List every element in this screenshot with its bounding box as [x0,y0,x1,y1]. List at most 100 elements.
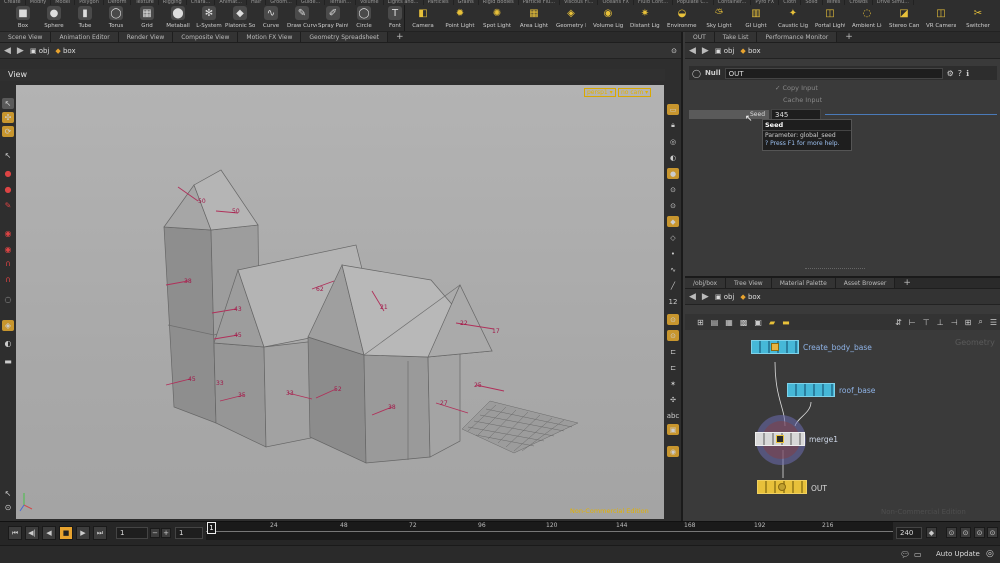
tab-motion-fx-view[interactable]: Motion FX View [238,32,302,42]
add-tab-button[interactable]: + [388,32,412,42]
lighting-icon[interactable]: ◆ [667,216,679,227]
shelf-tool-point-light[interactable]: ✹ Point Light [445,6,475,30]
shelf-tab[interactable]: Oceans FX [598,0,634,5]
shelf-tab[interactable]: Solid [801,0,823,5]
pane-splitter[interactable] [805,268,865,271]
lock-camera-icon[interactable]: 🔒︎ [667,120,679,131]
shaded-icon[interactable]: ● [667,168,679,179]
info-icon[interactable]: ℹ [966,69,969,78]
node-out[interactable] [757,480,807,494]
paint-tool-icon[interactable]: ● [2,184,14,195]
shelf-tool-gi-light[interactable]: ▥ GI Light [741,6,771,30]
shelf-tab[interactable]: Grains [454,0,479,5]
select-tool-icon[interactable]: ↖ [2,98,14,109]
node-name-field[interactable]: OUT [724,67,943,79]
shelf-tab[interactable]: Hair [247,0,267,5]
number-icon[interactable]: 12 [667,296,679,307]
tab-animation-editor[interactable]: Animation Editor [51,32,119,42]
copy-input-toggle[interactable]: ✓ Copy Input [775,84,818,92]
shelf-tool-grid[interactable]: ▦ Grid [132,6,162,29]
shelf-tool-curve[interactable]: ∿ Curve [256,6,286,29]
vertex-icon[interactable]: ⊏ [667,346,679,357]
curve-icon[interactable]: ∿ [667,264,679,275]
shelf-tool-platonic-sol-[interactable]: ◆ Platonic Sol... [225,6,255,29]
shelf-tab[interactable]: Drive Simu... [873,0,915,5]
shelf-tab[interactable]: Groom... [266,0,297,5]
shelf-tool-spot-light[interactable]: ✺ Spot Light [482,6,512,30]
shelf-tab[interactable]: Model [51,0,76,5]
point-display-icon[interactable]: ⊙ [667,184,679,195]
help-icon[interactable]: ? [958,69,962,78]
shelf-tool-volume-light[interactable]: ◉ Volume Light [593,6,623,30]
step-back-icon[interactable]: ◀| [25,526,39,540]
shelf-tool-switcher[interactable]: ✂ Switcher [963,6,993,30]
playbar-options-icon[interactable]: ⊙ [987,527,998,538]
shelf-tool-area-light[interactable]: ▦ Area Light [519,6,549,30]
auto-update-menu[interactable]: Auto Update [936,550,980,558]
shelf-tab[interactable]: Wires [823,0,846,5]
realtime-icon[interactable]: ⊙ [960,527,971,538]
tab-geometry-spreadsheet[interactable]: Geometry Spreadsheet [301,32,388,42]
secure-selection-icon[interactable]: ◐ [2,338,14,349]
shelf-tab[interactable]: Cloth [779,0,802,5]
shelf-tool-geometry-l-[interactable]: ◈ Geometry L... [556,6,586,30]
shelf-tool-tube[interactable]: ▮ Tube [70,6,100,29]
tab-render-view[interactable]: Render View [118,32,174,42]
view-tool-icon[interactable]: ◉ [2,228,14,239]
shelf-tool-circle[interactable]: ◯ Circle [349,6,379,29]
timeline-track[interactable]: 1 24 48 72 96 120 144 168 192 216 [206,522,893,540]
shelf-tab[interactable]: Modify [26,0,52,5]
back-arrow-icon[interactable]: ◀ [689,46,696,56]
frame-marker[interactable]: 1 [207,522,216,534]
shelf-tool-caustic-light[interactable]: ✦ Caustic Light [778,6,808,30]
prim-numbers-icon[interactable]: ⊙ [667,330,679,341]
shelf-tool-metaball[interactable]: ⬤ Metaball [163,6,193,29]
shelf-tab[interactable]: Container... [714,0,752,5]
shelf-tab[interactable]: Guide... [297,0,326,5]
shelf-tab[interactable]: Deform [104,0,132,5]
display-options-icon[interactable]: ▭ [667,104,679,115]
path-segment-box[interactable]: ◆ box [55,47,75,55]
magnet-tool-icon[interactable]: ∩ [2,258,14,269]
add-tab-button[interactable]: + [837,32,861,42]
tab-take-list[interactable]: Take List [714,32,758,42]
shelf-tab[interactable]: Animat... [215,0,248,5]
jump-start-icon[interactable]: ⏮ [8,526,22,540]
node-roof-base[interactable] [787,383,835,397]
frame-plus-icon[interactable]: + [161,528,171,538]
seed-slider[interactable] [825,114,997,115]
scale-normals-icon[interactable]: ✶ [667,378,679,389]
particle-icon[interactable]: ◉ [667,446,679,457]
shelf-tool-stereo-cam-[interactable]: ◪ Stereo Cam... [889,6,919,30]
shelf-tool-vr-camera[interactable]: ◫ VR Camera [926,6,956,30]
shelf-tab[interactable]: Texture [131,0,159,5]
seed-parm-label[interactable]: Seed [689,110,769,119]
pin-icon[interactable]: ⊙ [671,47,677,55]
tab-composite-view[interactable]: Composite View [173,32,239,42]
dot-icon[interactable]: • [667,248,679,259]
backface-icon[interactable]: ▣ [667,424,679,435]
shelf-tab[interactable]: Volume [356,0,384,5]
handle-tool-icon[interactable]: ● [2,168,14,179]
home-view-icon[interactable]: ◎ [667,136,679,147]
wireframe-icon[interactable]: ◐ [667,152,679,163]
tab-scene-view[interactable]: Scene View [0,32,52,42]
shelf-tab[interactable]: Viscous Fl... [560,0,599,5]
path-segment-box[interactable]: ◆ box [740,47,760,55]
normal-display-icon[interactable]: ⊙ [667,200,679,211]
pointer-tool-icon[interactable]: ↖ [2,488,14,499]
shelf-tool-environmen-[interactable]: ◒ Environmen... [667,6,697,30]
uv-icon[interactable]: ⊏ [667,362,679,373]
shelf-tab[interactable]: Fluid Cont... [634,0,674,5]
shelf-tool-sphere[interactable]: ● Sphere [39,6,69,29]
settings-tool-icon[interactable]: ⊙ [2,502,14,513]
update-mode-icon[interactable]: ◎ [986,549,994,559]
node-merge1[interactable] [755,432,805,446]
cache-icon[interactable]: ▭ [914,550,922,559]
ghost-icon[interactable]: ◇ [667,232,679,243]
keys-icon[interactable]: ◆ [926,527,937,538]
shelf-tool-torus[interactable]: ◯ Torus [101,6,131,29]
transform-icon[interactable]: ✣ [667,394,679,405]
shelf-tab[interactable]: Populate C... [673,0,714,5]
tab-out[interactable]: OUT [685,32,715,42]
